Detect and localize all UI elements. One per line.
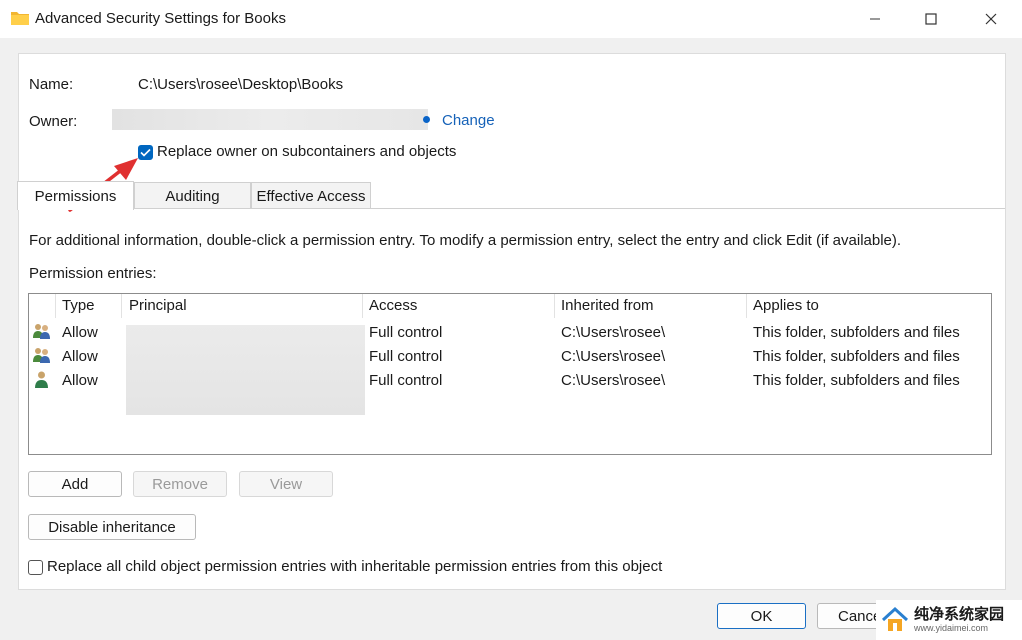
row-applies-to: This folder, subfolders and files bbox=[753, 372, 960, 389]
window-title: Advanced Security Settings for Books bbox=[35, 10, 286, 27]
close-icon bbox=[985, 13, 997, 25]
column-separator bbox=[554, 294, 555, 318]
column-separator bbox=[746, 294, 747, 318]
owner-value-redacted bbox=[112, 109, 428, 130]
row-type: Allow bbox=[62, 324, 98, 341]
row-access: Full control bbox=[369, 324, 443, 341]
row-inherited-from: C:\Users\rosee\ bbox=[561, 372, 666, 389]
ok-button[interactable]: OK bbox=[717, 603, 806, 629]
tab-permissions-label: Permissions bbox=[34, 187, 117, 205]
owner-indicator bbox=[423, 116, 430, 123]
row-applies-to: This folder, subfolders and files bbox=[753, 324, 960, 341]
column-header-access[interactable]: Access bbox=[369, 297, 417, 314]
column-header-type[interactable]: Type bbox=[62, 297, 95, 314]
column-separator bbox=[362, 294, 363, 318]
tab-auditing[interactable]: Auditing bbox=[134, 182, 251, 209]
watermark-url: www.yidaimei.com bbox=[914, 623, 989, 633]
replace-owner-label: Replace owner on subcontainers and objec… bbox=[157, 143, 457, 160]
tab-effective-access-label: Effective Access bbox=[256, 187, 366, 205]
row-access: Full control bbox=[369, 372, 443, 389]
column-separator bbox=[55, 294, 56, 318]
row-applies-to: This folder, subfolders and files bbox=[753, 348, 960, 365]
disable-inheritance-button[interactable]: Disable inheritance bbox=[28, 514, 196, 540]
close-button[interactable] bbox=[968, 0, 1014, 38]
add-button[interactable]: Add bbox=[28, 471, 122, 497]
permission-entries-label: Permission entries: bbox=[29, 265, 157, 282]
user-group-icon bbox=[33, 348, 50, 363]
tab-effective-access[interactable]: Effective Access bbox=[251, 182, 371, 209]
owner-label: Owner: bbox=[29, 113, 78, 130]
change-owner-link[interactable]: Change bbox=[442, 112, 495, 129]
row-type: Allow bbox=[62, 372, 98, 389]
house-logo-icon bbox=[881, 606, 909, 631]
minimize-button[interactable] bbox=[852, 0, 898, 38]
column-header-inherited-from[interactable]: Inherited from bbox=[561, 297, 654, 314]
remove-button[interactable]: Remove bbox=[133, 471, 227, 497]
maximize-button[interactable] bbox=[908, 0, 954, 38]
tab-divider bbox=[17, 208, 1005, 209]
replace-child-permissions-checkbox[interactable] bbox=[28, 560, 43, 575]
watermark-title: 纯净系统家园 bbox=[914, 606, 1005, 623]
maximize-icon bbox=[925, 13, 937, 25]
row-inherited-from: C:\Users\rosee\ bbox=[561, 348, 666, 365]
user-group-icon bbox=[33, 324, 50, 339]
column-separator bbox=[121, 294, 122, 318]
row-type: Allow bbox=[62, 348, 98, 365]
info-text: For additional information, double-click… bbox=[29, 232, 902, 249]
watermark: 纯净系统家园 www.yidaimei.com bbox=[876, 600, 1022, 640]
replace-child-permissions-label: Replace all child object permission entr… bbox=[47, 558, 663, 575]
tab-auditing-label: Auditing bbox=[165, 187, 220, 205]
name-label: Name: bbox=[29, 76, 74, 93]
user-icon bbox=[35, 371, 48, 388]
folder-icon bbox=[11, 12, 29, 25]
active-tab-gap bbox=[18, 207, 133, 210]
row-access: Full control bbox=[369, 348, 443, 365]
view-button[interactable]: View bbox=[239, 471, 333, 497]
column-header-applies-to[interactable]: Applies to bbox=[753, 297, 819, 314]
minimize-icon bbox=[870, 18, 880, 20]
tab-permissions[interactable]: Permissions bbox=[17, 181, 134, 210]
row-inherited-from: C:\Users\rosee\ bbox=[561, 324, 666, 341]
column-header-principal[interactable]: Principal bbox=[129, 297, 187, 314]
name-value: C:\Users\rosee\Desktop\Books bbox=[138, 76, 344, 93]
